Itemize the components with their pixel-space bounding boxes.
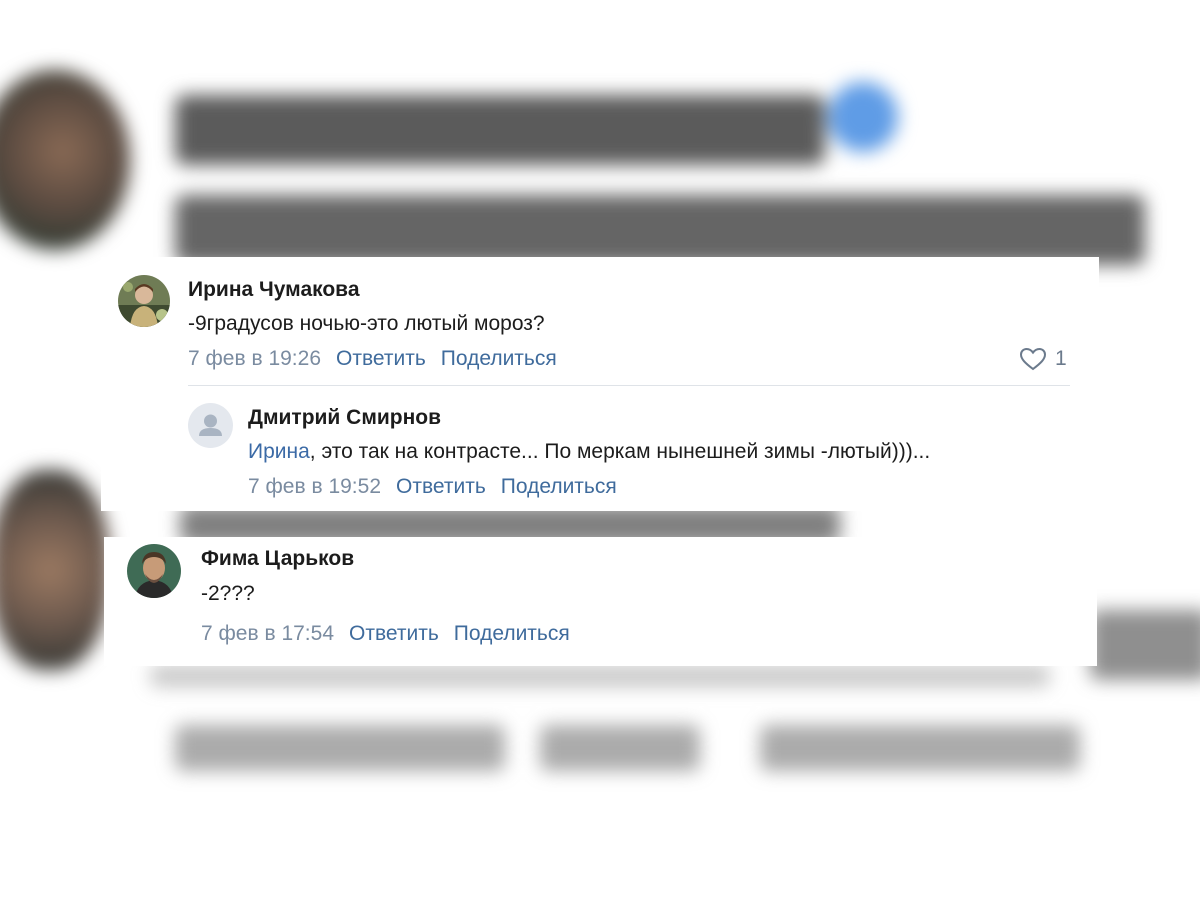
- blurred-text-line: [1090, 610, 1200, 680]
- blurred-subheading: [175, 195, 1145, 265]
- avatar-photo-icon: [118, 275, 170, 327]
- avatar[interactable]: [118, 275, 170, 327]
- blurred-text-line: [175, 725, 505, 771]
- like-button[interactable]: 1: [1019, 347, 1067, 371]
- reply-text: Ирина, это так на контрасте... По меркам…: [248, 440, 930, 464]
- reply-author[interactable]: Дмитрий Смирнов: [248, 406, 441, 430]
- share-button[interactable]: Поделиться: [454, 622, 570, 646]
- comment-date[interactable]: 7 фев в 17:54: [201, 622, 334, 646]
- blurred-text-line: [150, 665, 1050, 687]
- like-count: 1: [1055, 347, 1067, 370]
- comment-author[interactable]: Фима Царьков: [201, 547, 354, 571]
- reply-text-body: , это так на контрасте... По меркам ныне…: [309, 440, 931, 463]
- comment-meta: 7 фев в 17:54 Ответить Поделиться: [201, 622, 570, 646]
- blurred-text-line: [760, 725, 1080, 771]
- blurred-verified-badge: [828, 82, 898, 152]
- comment-thread: Фима Царьков -2??? 7 фев в 17:54 Ответит…: [104, 537, 1097, 666]
- avatar-photo-icon: [127, 544, 181, 598]
- blurred-avatar: [0, 470, 110, 670]
- user-silhouette-icon: [188, 403, 233, 448]
- reply-meta: 7 фев в 19:52 Ответить Поделиться: [248, 475, 617, 499]
- share-button[interactable]: Поделиться: [501, 475, 617, 499]
- mention-link[interactable]: Ирина: [248, 440, 310, 463]
- reply-button[interactable]: Ответить: [349, 622, 439, 646]
- blurred-avatar: [0, 70, 130, 250]
- avatar[interactable]: [127, 544, 181, 598]
- comment-thread: Ирина Чумакова -9градусов ночью-это люты…: [101, 257, 1099, 511]
- reply-avatar[interactable]: [188, 403, 233, 448]
- share-button[interactable]: Поделиться: [441, 347, 557, 371]
- comment-text: -2???: [201, 582, 255, 605]
- blurred-heading: [175, 95, 825, 165]
- reply-button[interactable]: Ответить: [396, 475, 486, 499]
- divider: [188, 385, 1070, 386]
- reply-date[interactable]: 7 фев в 19:52: [248, 475, 381, 499]
- comment-author[interactable]: Ирина Чумакова: [188, 278, 360, 302]
- reply-button[interactable]: Ответить: [336, 347, 426, 371]
- comment-date[interactable]: 7 фев в 19:26: [188, 347, 321, 371]
- comment-text: -9градусов ночью-это лютый мороз?: [188, 312, 545, 335]
- comment-meta: 7 фев в 19:26 Ответить Поделиться: [188, 347, 557, 371]
- heart-icon: [1019, 347, 1047, 371]
- blurred-text-line: [540, 725, 700, 771]
